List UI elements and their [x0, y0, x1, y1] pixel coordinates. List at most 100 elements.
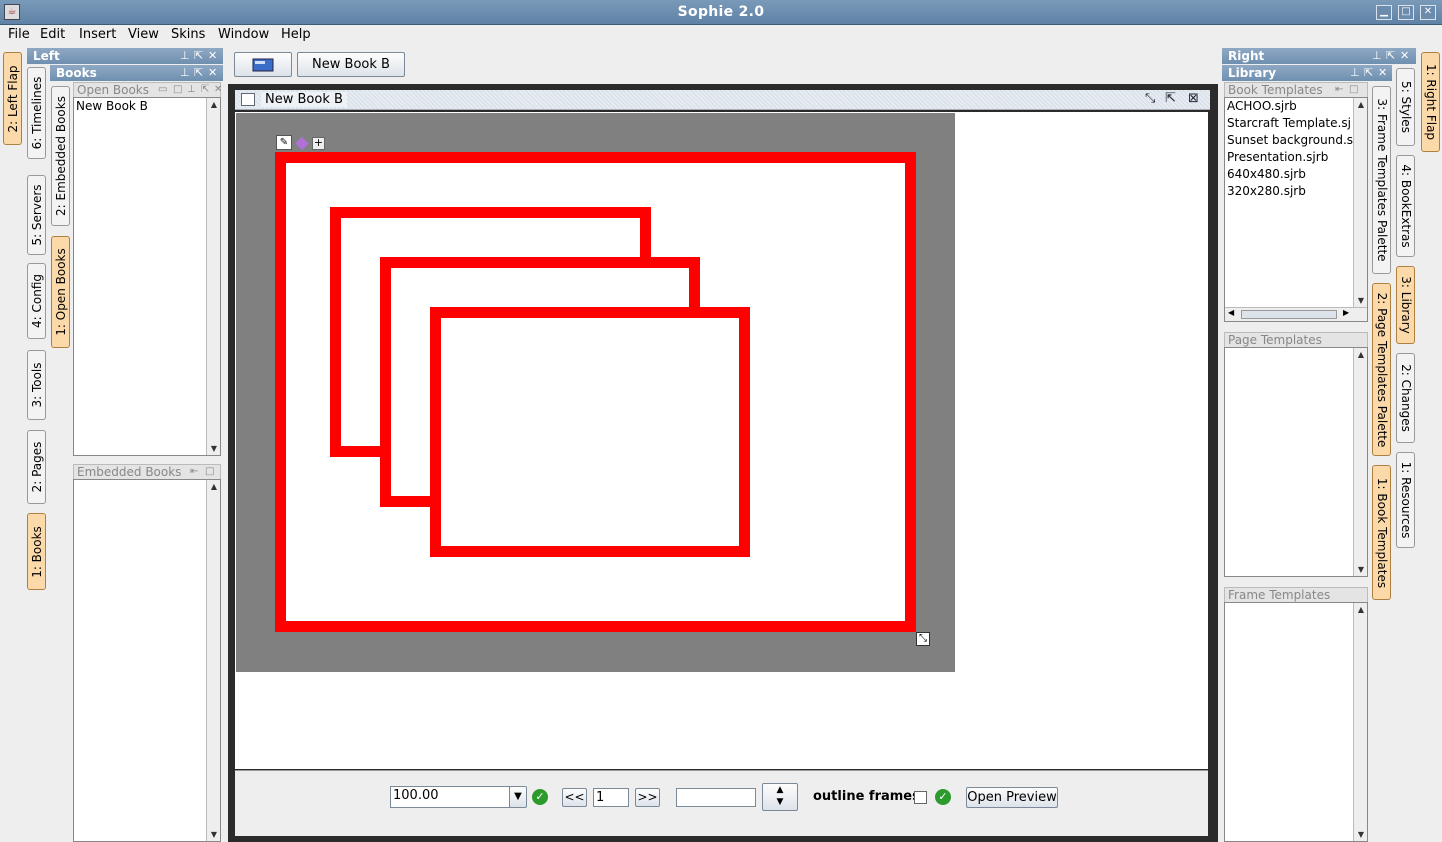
- embedded-books-header: Embedded Books ⇤ □: [73, 464, 221, 479]
- maximize-icon[interactable]: ⇱: [1165, 91, 1176, 106]
- tab-books[interactable]: 1: Books: [27, 513, 46, 590]
- apply-outline-icon[interactable]: ✓: [935, 789, 951, 805]
- pin-icon[interactable]: ⊥: [187, 83, 196, 97]
- tab-open-books[interactable]: 1: Open Books: [51, 236, 70, 348]
- close-icon[interactable]: ✕: [208, 65, 217, 81]
- menu-window[interactable]: Window: [218, 27, 269, 42]
- apply-zoom-icon[interactable]: ✓: [532, 789, 548, 805]
- close-icon[interactable]: ✕: [1400, 48, 1409, 64]
- embedded-books-list[interactable]: ▲ ▼: [73, 479, 221, 842]
- page-templates-list[interactable]: ▲ ▼: [1224, 347, 1368, 577]
- book-templates-list[interactable]: ACHOO.sjrb Starcraft Template.sj Sunset …: [1224, 97, 1368, 322]
- zoom-dropdown-icon[interactable]: ▼: [509, 786, 527, 808]
- tab-library[interactable]: 3: Library: [1396, 266, 1415, 344]
- close-icon[interactable]: ⊠: [1188, 91, 1199, 106]
- float-icon[interactable]: ⇱: [194, 48, 203, 64]
- float-icon[interactable]: ⇱: [194, 65, 203, 81]
- tab-config[interactable]: 4: Config: [27, 263, 46, 339]
- window-title: Sophie 2.0: [677, 4, 765, 20]
- page-templates-header: Page Templates Palette: [1224, 332, 1368, 361]
- close-icon[interactable]: ✕: [1378, 65, 1387, 81]
- frame-templates-list[interactable]: ▲ ▼: [1224, 602, 1368, 842]
- tab-bookextras[interactable]: 4: BookExtras: [1396, 155, 1415, 257]
- search-input[interactable]: [676, 788, 756, 807]
- menu-insert[interactable]: Insert: [79, 27, 116, 42]
- menu-view[interactable]: View: [128, 27, 159, 42]
- prev-page-button[interactable]: <<: [562, 788, 587, 807]
- menu-edit[interactable]: Edit: [40, 27, 65, 42]
- tab-page-templates-palette[interactable]: 2: Page Templates Palette: [1372, 283, 1391, 456]
- minimize-icon[interactable]: ▭: [158, 83, 167, 97]
- tab-timelines[interactable]: 6: Timelines: [27, 67, 46, 159]
- text-tool-icon[interactable]: ✎: [276, 135, 292, 150]
- scrollbar[interactable]: ▲ ▼: [1353, 98, 1367, 307]
- float-icon[interactable]: ⇱: [201, 83, 209, 97]
- float-icon[interactable]: ⇱: [1364, 65, 1373, 81]
- scrollbar[interactable]: ▲ ▼: [1353, 348, 1367, 576]
- restore-icon[interactable]: □: [173, 83, 182, 97]
- open-preview-button[interactable]: Open Preview: [966, 787, 1058, 808]
- tab-servers[interactable]: 5: Servers: [27, 175, 46, 255]
- open-books-header: Open Books ▭ □ ⊥ ⇱ ✕: [73, 82, 222, 97]
- menu-help[interactable]: Help: [281, 27, 311, 42]
- next-page-button[interactable]: >>: [635, 788, 660, 807]
- menu-bar: File Edit Insert View Skins Window Help: [0, 25, 1442, 46]
- frame-3[interactable]: [430, 307, 750, 557]
- scrollbar[interactable]: ▲ ▼: [1353, 603, 1367, 841]
- list-item[interactable]: Starcraft Template.sj: [1225, 115, 1367, 132]
- restore-icon[interactable]: □: [1349, 83, 1358, 97]
- page-number-input[interactable]: 1: [593, 788, 629, 807]
- tab-left-flap[interactable]: 2: Left Flap: [3, 52, 22, 145]
- minimize-icon[interactable]: ▁: [1376, 5, 1392, 20]
- window-titlebar: ☕ Sophie 2.0 ▁ □ ✕: [0, 0, 1442, 25]
- pin-icon[interactable]: ⊥: [180, 48, 190, 64]
- close-icon[interactable]: ✕: [208, 48, 217, 64]
- dock-icon[interactable]: ⇤: [190, 465, 198, 479]
- tab-pages[interactable]: 2: Pages: [27, 430, 46, 504]
- scrollbar[interactable]: ▲ ▼: [206, 98, 220, 455]
- screen-icon[interactable]: [234, 52, 292, 77]
- right-panel-header: Right ⊥ ⇱ ✕: [1222, 48, 1416, 64]
- dock-icon[interactable]: ⇤: [1335, 83, 1343, 97]
- document-icon: [241, 93, 255, 106]
- maximize-icon[interactable]: □: [1398, 5, 1414, 20]
- outline-frames-checkbox[interactable]: [914, 791, 927, 804]
- book-templates-header: Book Templates ⇤ □: [1224, 82, 1368, 97]
- tab-resources[interactable]: 1: Resources: [1396, 452, 1415, 548]
- tab-frame-templates-palette[interactable]: 3: Frame Templates Palette: [1372, 86, 1391, 274]
- tab-right-flap[interactable]: 1: Right Flap: [1421, 52, 1440, 152]
- minimize-icon[interactable]: ⤡: [1145, 91, 1155, 106]
- list-item[interactable]: 640x480.sjrb: [1225, 166, 1367, 183]
- tab-styles[interactable]: 5: Styles: [1396, 68, 1415, 146]
- document-titlebar: New Book B ⤡ ⇱ ⊠: [235, 90, 1210, 110]
- book-tab-new-book-b[interactable]: New Book B: [297, 52, 405, 77]
- outline-frames-label: outline frames: [813, 789, 920, 804]
- list-item[interactable]: Sunset background.s: [1225, 132, 1367, 149]
- list-item[interactable]: ACHOO.sjrb: [1225, 98, 1367, 115]
- list-item[interactable]: Presentation.sjrb: [1225, 149, 1367, 166]
- add-icon[interactable]: +: [312, 137, 325, 150]
- bottom-toolbar: 100.00 ▼ ✓ << 1 >> ▲ ▼ outline frames ✓ O…: [235, 770, 1208, 836]
- close-icon[interactable]: ✕: [1420, 5, 1436, 20]
- menu-skins[interactable]: Skins: [171, 27, 205, 42]
- restore-icon[interactable]: □: [205, 465, 214, 479]
- open-books-list[interactable]: New Book B ▲ ▼: [73, 97, 221, 456]
- resize-handle-icon[interactable]: ⤡: [916, 632, 930, 646]
- pin-icon[interactable]: ⊥: [1372, 48, 1382, 64]
- float-icon[interactable]: ⇱: [1386, 48, 1395, 64]
- tab-tools[interactable]: 3: Tools: [27, 350, 46, 420]
- menu-file[interactable]: File: [8, 27, 30, 42]
- list-item[interactable]: New Book B: [74, 98, 220, 115]
- scrollbar[interactable]: ▲ ▼: [206, 480, 220, 841]
- pin-icon[interactable]: ⊥: [180, 65, 190, 81]
- horizontal-scrollbar[interactable]: ◀ ▶: [1225, 307, 1367, 321]
- stepper-icon[interactable]: ▲ ▼: [762, 783, 798, 811]
- tab-changes[interactable]: 2: Changes: [1396, 353, 1415, 443]
- tab-book-templates[interactable]: 1: Book Templates: [1372, 465, 1391, 600]
- library-panel-header: Library ⊥ ⇱ ✕: [1222, 65, 1392, 81]
- zoom-input[interactable]: 100.00: [390, 786, 510, 808]
- tab-embedded-books[interactable]: 2: Embedded Books: [51, 86, 70, 226]
- close-icon[interactable]: ✕: [214, 83, 222, 97]
- pin-icon[interactable]: ⊥: [1350, 65, 1360, 81]
- list-item[interactable]: 320x280.sjrb: [1225, 183, 1367, 200]
